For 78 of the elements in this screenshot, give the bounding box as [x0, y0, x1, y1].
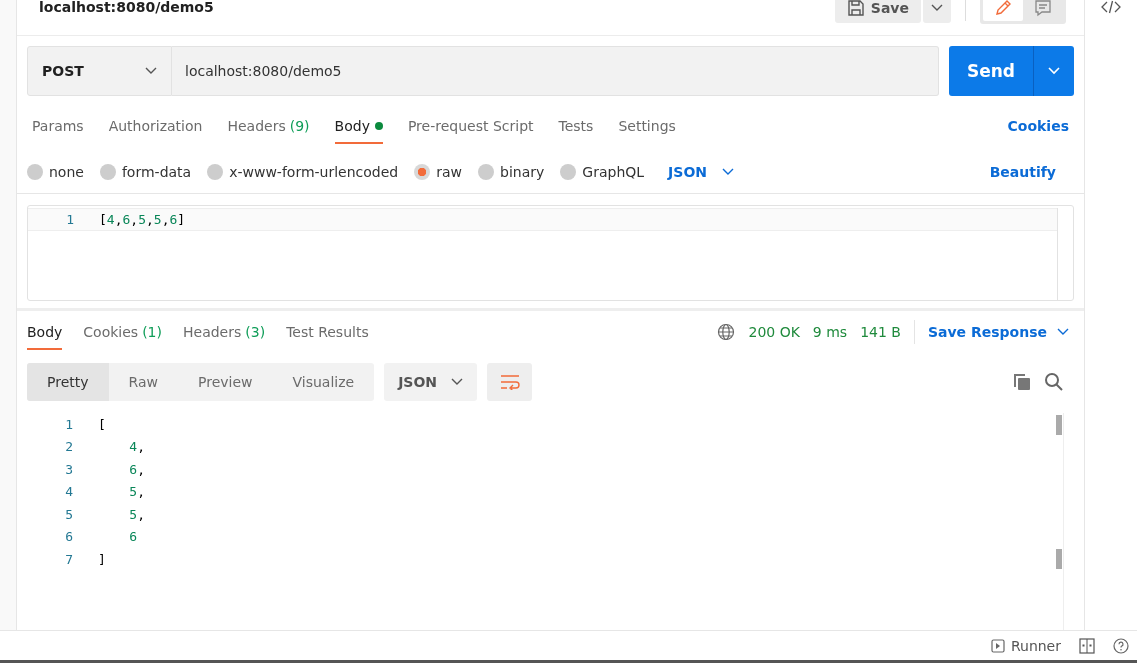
tab[interactable]: Authorization: [108, 108, 203, 144]
request-title: localhost:8080/demo5: [39, 0, 214, 15]
view-mode-selector[interactable]: Pretty Raw Preview Visualize: [27, 363, 375, 401]
view-mode-tab[interactable]: Pretty: [27, 363, 109, 401]
tab[interactable]: Cookies (1): [83, 314, 162, 350]
comment-icon[interactable]: [1034, 0, 1052, 17]
code-line: 5,: [128, 484, 145, 500]
globe-icon[interactable]: [717, 323, 736, 341]
line-number: 3: [64, 461, 74, 477]
format-dropdown[interactable]: JSON: [668, 163, 735, 180]
scrollbar-thumb[interactable]: [1056, 415, 1062, 435]
view-mode-tab[interactable]: Visualize: [272, 363, 375, 401]
format-dropdown[interactable]: JSON: [384, 363, 478, 401]
url-field[interactable]: localhost:8080/demo5: [172, 46, 939, 96]
tab[interactable]: Headers (3): [183, 314, 266, 350]
radio-label[interactable]: GraphQL: [582, 163, 645, 180]
tab[interactable]: Params: [32, 108, 84, 144]
copy-icon[interactable]: [1012, 372, 1032, 392]
play-icon[interactable]: [990, 638, 1005, 653]
scrollbar-thumb[interactable]: [1056, 549, 1062, 569]
radio-label[interactable]: x-www-form-urlencoded: [229, 163, 399, 180]
radio-button[interactable]: [99, 163, 116, 180]
code-line: ]: [98, 551, 106, 567]
caret-icon[interactable]: [1057, 328, 1069, 336]
runner-button[interactable]: Runner: [990, 637, 1061, 654]
beautify-link[interactable]: Beautify: [989, 163, 1056, 180]
radio-button[interactable]: [478, 163, 495, 180]
line-number: 5: [64, 506, 74, 522]
code-line: [4,6,5,5,6]: [99, 211, 186, 227]
code-line: 6: [128, 529, 138, 545]
response-size: 141 B: [860, 324, 901, 340]
tab[interactable]: Tests: [558, 108, 594, 144]
line-number: 1: [65, 211, 75, 227]
caret-icon[interactable]: [931, 3, 943, 12]
code-line: 6,: [128, 461, 145, 477]
line-number: 6: [64, 529, 74, 545]
code-line: 5,: [128, 506, 145, 522]
caret-icon[interactable]: [145, 67, 157, 75]
line-number: 2: [64, 439, 74, 455]
caret-icon[interactable]: [722, 167, 735, 176]
save-response-button[interactable]: Save Response: [927, 324, 1069, 340]
wrap-lines-button[interactable]: [487, 363, 533, 401]
tab[interactable]: Headers (9): [227, 108, 310, 144]
help-icon[interactable]: [1113, 637, 1129, 654]
wrap-icon[interactable]: [499, 374, 520, 390]
tab[interactable]: Pre-request Script: [407, 108, 534, 144]
radio-button[interactable]: [414, 163, 431, 180]
view-mode-tab[interactable]: Raw: [108, 363, 178, 401]
save-button[interactable]: Save: [834, 0, 921, 23]
radio-label[interactable]: none: [49, 163, 84, 180]
radio-label[interactable]: raw: [436, 163, 463, 180]
edit-button[interactable]: [983, 0, 1023, 21]
code-editor[interactable]: 1 [4,6,5,5,6]: [27, 205, 1074, 301]
save-icon[interactable]: [846, 0, 865, 17]
tab[interactable]: Body: [334, 108, 383, 144]
code-icon[interactable]: [1101, 0, 1121, 14]
code-line: 4,: [128, 439, 145, 455]
radio-button[interactable]: [27, 163, 43, 180]
tab[interactable]: Body: [27, 314, 63, 350]
status-code: 200 OK: [748, 324, 800, 340]
caret-icon[interactable]: [451, 378, 464, 386]
radio-button[interactable]: [560, 163, 577, 180]
radio-button[interactable]: [207, 163, 224, 180]
line-number: 7: [64, 551, 74, 567]
line-number: 4: [64, 484, 74, 500]
two-pane-icon[interactable]: [1079, 637, 1095, 654]
tab[interactable]: Test Results: [286, 314, 369, 350]
method-dropdown[interactable]: POST: [27, 46, 172, 96]
view-mode-tab[interactable]: Preview: [178, 363, 273, 401]
response-time: 9 ms: [812, 324, 848, 340]
cookies-link[interactable]: Cookies: [1007, 118, 1069, 134]
line-number: 1: [64, 416, 74, 432]
radio-label[interactable]: binary: [500, 163, 545, 180]
radio-label[interactable]: form-data: [121, 163, 192, 180]
search-icon[interactable]: [1044, 372, 1064, 392]
pencil-icon[interactable]: [994, 0, 1012, 17]
code-line: [: [98, 416, 106, 432]
tab[interactable]: Settings: [618, 108, 676, 144]
